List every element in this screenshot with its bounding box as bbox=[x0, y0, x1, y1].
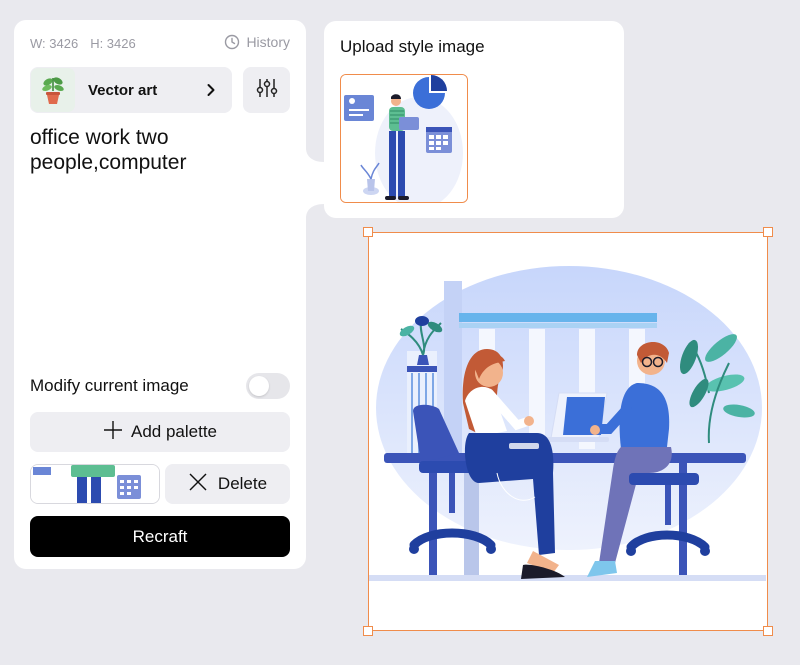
prompt-input[interactable]: office work two people,computer bbox=[30, 125, 290, 175]
style-selector[interactable]: Vector art bbox=[30, 67, 232, 113]
clock-icon bbox=[224, 34, 240, 50]
modify-current-image-row: Modify current image bbox=[30, 373, 290, 399]
upload-title: Upload style image bbox=[340, 37, 485, 56]
width-value[interactable]: W: 3426 bbox=[30, 36, 78, 51]
toggle-knob bbox=[249, 376, 269, 396]
potted-plant-icon bbox=[31, 68, 75, 112]
upload-style-panel: Upload style image bbox=[324, 21, 624, 218]
modify-toggle[interactable] bbox=[246, 373, 290, 399]
resize-handle-top-right[interactable] bbox=[763, 227, 773, 237]
settings-button[interactable] bbox=[243, 67, 290, 113]
style-image-thumbnail[interactable] bbox=[340, 74, 468, 203]
height-value[interactable]: H: 3426 bbox=[90, 36, 136, 51]
generated-image-selection[interactable] bbox=[363, 227, 773, 636]
dimensions: W: 3426 H: 3426 bbox=[30, 36, 136, 51]
resize-handle-bottom-right[interactable] bbox=[763, 626, 773, 636]
resize-handle-top-left[interactable] bbox=[363, 227, 373, 237]
palette-style-thumbnail[interactable] bbox=[30, 464, 160, 504]
panel-connector bbox=[304, 148, 326, 218]
close-icon bbox=[188, 472, 208, 497]
modify-label: Modify current image bbox=[30, 376, 189, 395]
sliders-icon bbox=[256, 77, 278, 104]
chevron-right-icon bbox=[198, 83, 224, 97]
style-label: Vector art bbox=[88, 81, 158, 99]
delete-button[interactable]: Delete bbox=[165, 464, 290, 504]
add-palette-button[interactable]: Add palette bbox=[30, 412, 290, 452]
add-palette-label: Add palette bbox=[130, 422, 217, 441]
recraft-button[interactable]: Recraft bbox=[30, 516, 290, 557]
delete-label: Delete bbox=[217, 474, 268, 493]
history-button[interactable]: History bbox=[224, 34, 290, 50]
history-label: History bbox=[246, 34, 290, 50]
resize-handle-bottom-left[interactable] bbox=[363, 626, 373, 636]
prompt-panel: W: 3426 H: 3426 History Vector art offic… bbox=[14, 20, 306, 569]
plus-icon bbox=[103, 420, 123, 445]
generated-illustration bbox=[369, 233, 766, 629]
